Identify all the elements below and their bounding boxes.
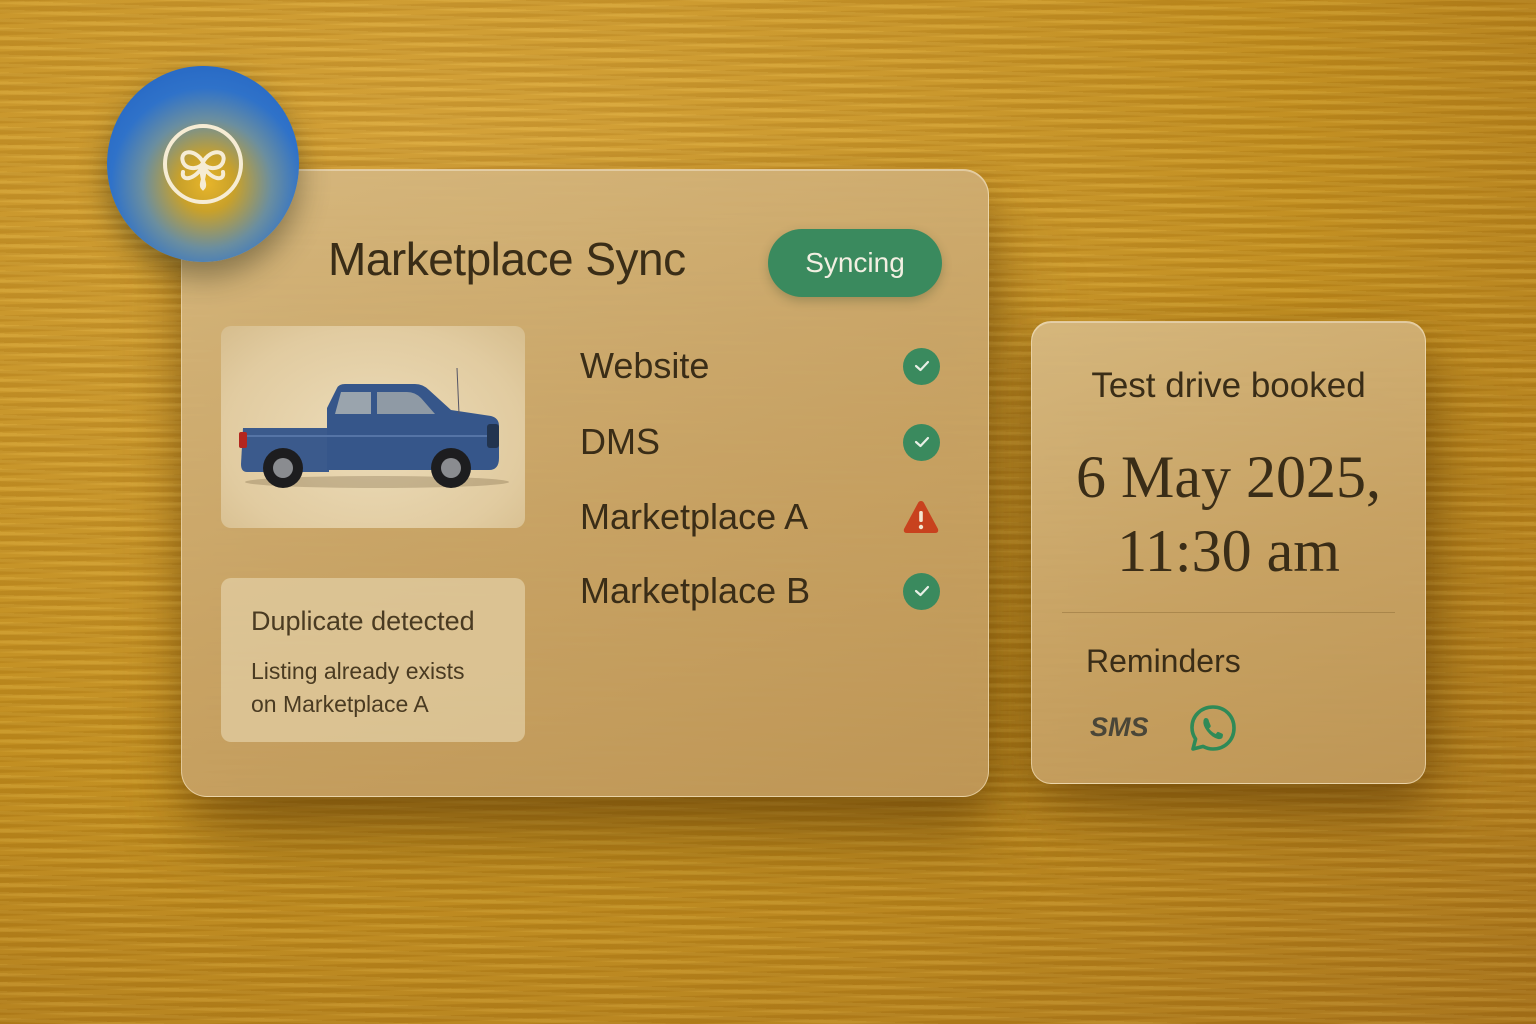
listing-row-marketplace-a[interactable]: Marketplace A: [580, 492, 940, 542]
vehicle-photo[interactable]: [221, 326, 525, 528]
listing-row-website[interactable]: Website: [580, 341, 940, 391]
sms-reminder[interactable]: SMS: [1090, 712, 1149, 743]
divider: [1062, 612, 1395, 613]
syncing-status-badge[interactable]: Syncing: [768, 229, 942, 297]
alert-message: Listing already exists on Marketplace A: [251, 655, 495, 721]
check-icon: [903, 423, 940, 461]
listing-label: DMS: [580, 421, 660, 462]
booking-title: Test drive booked: [1091, 366, 1366, 405]
listing-row-dms[interactable]: DMS: [580, 417, 940, 467]
warning-icon: [903, 501, 939, 533]
check-icon: [903, 572, 940, 610]
alert-title: Duplicate detected: [251, 606, 475, 636]
reminders-title: Reminders: [1086, 643, 1241, 679]
pickup-truck-image: [239, 367, 509, 488]
listing-label: Website: [580, 345, 710, 386]
check-icon: [903, 347, 940, 385]
booking-datetime: 6 May 2025, 11:30 am: [1032, 440, 1425, 588]
alert-message-line-2: on Marketplace A: [251, 691, 429, 717]
listing-row-marketplace-b[interactable]: Marketplace B: [580, 566, 940, 616]
booking-date: 6 May 2025,: [1076, 444, 1381, 510]
marketplace-sync-card: Marketplace Sync Syncing Duplicate detec…: [181, 169, 989, 797]
alert-message-line-1: Listing already exists: [251, 658, 465, 684]
listing-label: Marketplace B: [580, 570, 811, 611]
knot-logo-icon: [163, 124, 243, 204]
booking-time: 11:30 am: [1117, 518, 1340, 584]
app-logo-icon[interactable]: [107, 66, 299, 262]
card-title: Marketplace Sync: [328, 233, 686, 285]
test-drive-card: Test drive booked 6 May 2025, 11:30 am R…: [1031, 321, 1426, 784]
listing-label: Marketplace A: [580, 496, 809, 537]
duplicate-alert[interactable]: Duplicate detected Listing already exist…: [221, 578, 525, 742]
whatsapp-icon[interactable]: [1188, 703, 1238, 753]
